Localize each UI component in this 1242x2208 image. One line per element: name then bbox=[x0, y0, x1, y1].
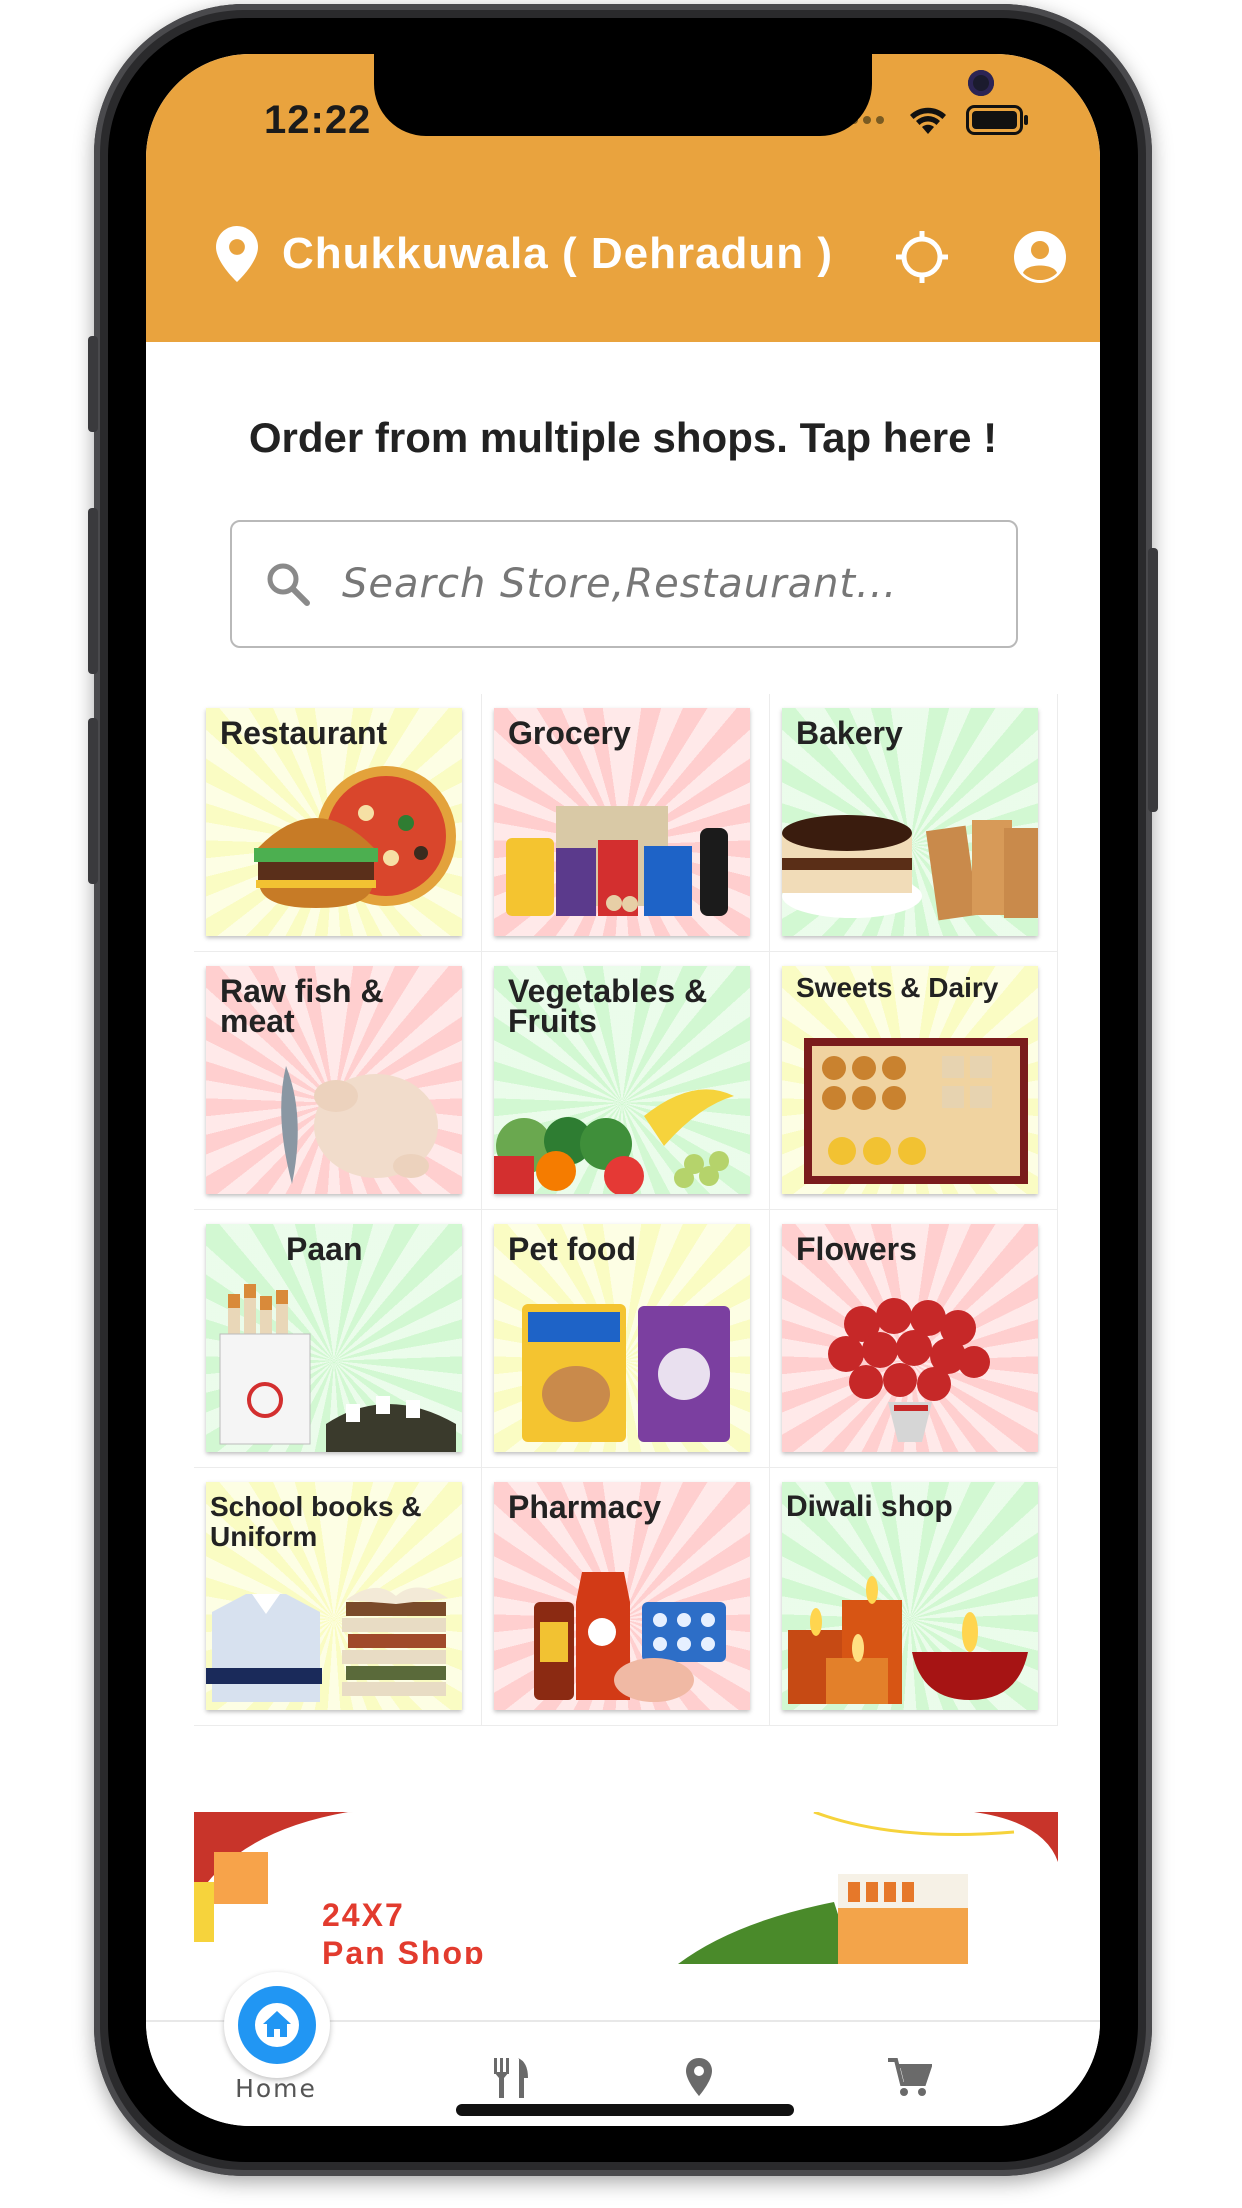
diwali-shop-tile-card: Diwali shop bbox=[782, 1482, 1038, 1710]
restaurant-icon[interactable] bbox=[488, 2054, 534, 2100]
category-tile-raw-fish-meat[interactable]: Raw fish & meat bbox=[194, 952, 482, 1210]
school-books-uniform-tile-card: School books & Uniform bbox=[206, 1482, 462, 1710]
banner-text: 24X7 Pan Shop bbox=[322, 1896, 486, 1964]
home-button-circle bbox=[238, 1986, 316, 2064]
volume-up-button bbox=[88, 508, 98, 674]
notch bbox=[374, 54, 994, 136]
pharmacy-tile-card: Pharmacy bbox=[494, 1482, 750, 1710]
cake-rusk-image bbox=[782, 815, 1038, 921]
profile-icon[interactable] bbox=[1012, 229, 1068, 285]
raw-fish-meat-tile-card: Raw fish & meat bbox=[206, 966, 462, 1194]
cigarettes-paan-image bbox=[219, 1284, 456, 1452]
cart-icon[interactable] bbox=[886, 2054, 932, 2100]
sweets-box-image bbox=[804, 1038, 1028, 1184]
vegetables-fruits-tile-card: Vegetables & Fruits bbox=[494, 966, 750, 1194]
pet-food-packs-image bbox=[522, 1304, 730, 1442]
app-header: 12:22 Chukkuwala ( Dehradun ) bbox=[146, 54, 1100, 342]
power-button bbox=[1148, 548, 1158, 812]
category-tile-paan[interactable]: Paan bbox=[194, 1210, 482, 1468]
category-tile-restaurant[interactable]: Restaurant bbox=[194, 694, 482, 952]
banner-line-2: Pan Shop bbox=[322, 1935, 486, 1964]
fish-chicken-image bbox=[281, 1066, 438, 1184]
search-input[interactable] bbox=[340, 560, 984, 608]
grocery-products-image bbox=[506, 806, 728, 916]
search-box[interactable] bbox=[230, 520, 1018, 648]
category-tile-flowers[interactable]: Flowers bbox=[770, 1210, 1058, 1468]
bakery-tile-card: Bakery bbox=[782, 708, 1038, 936]
location-icon[interactable] bbox=[676, 2054, 722, 2100]
category-tile-pet-food[interactable]: Pet food bbox=[482, 1210, 770, 1468]
promo-banner[interactable]: 24X7 Pan Shop bbox=[194, 1812, 1058, 1964]
vegetables-fruits-image bbox=[494, 1089, 734, 1194]
home-indicator bbox=[456, 2104, 794, 2116]
paan-tile-card: Paan bbox=[206, 1224, 462, 1452]
category-tile-school-books-uniform[interactable]: School books & Uniform bbox=[194, 1468, 482, 1726]
front-camera bbox=[968, 70, 994, 96]
home-icon bbox=[255, 2003, 299, 2047]
battery-icon bbox=[966, 105, 1028, 135]
pet-food-tile-card: Pet food bbox=[494, 1224, 750, 1452]
location-text: Chukkuwala ( Dehradun ) bbox=[282, 229, 834, 278]
restaurant-tile-card: Restaurant bbox=[206, 708, 462, 936]
app-screen: 12:22 Chukkuwala ( Dehradun ) Order from… bbox=[146, 54, 1100, 2126]
wifi-icon bbox=[910, 107, 946, 134]
category-tile-bakery[interactable]: Bakery bbox=[770, 694, 1058, 952]
rose-bouquet-image bbox=[828, 1298, 990, 1442]
nav-home-button[interactable] bbox=[224, 1972, 330, 2078]
volume-down-button bbox=[88, 718, 98, 884]
category-tile-sweets-dairy[interactable]: Sweets & Dairy bbox=[770, 952, 1058, 1210]
category-tile-vegetables-fruits[interactable]: Vegetables & Fruits bbox=[482, 952, 770, 1210]
banner-line-1: 24X7 bbox=[322, 1897, 405, 1933]
grocery-tile-card: Grocery bbox=[494, 708, 750, 936]
location-selector[interactable]: Chukkuwala ( Dehradun ) bbox=[216, 226, 833, 282]
candles-diya-image bbox=[788, 1576, 1028, 1704]
flowers-tile-card: Flowers bbox=[782, 1224, 1038, 1452]
category-tile-diwali-shop[interactable]: Diwali shop bbox=[770, 1468, 1058, 1726]
gps-locate-icon[interactable] bbox=[894, 229, 950, 285]
mute-switch bbox=[88, 336, 98, 432]
medicines-image bbox=[534, 1572, 726, 1702]
status-time: 12:22 bbox=[264, 98, 372, 142]
multi-shop-tagline[interactable]: Order from multiple shops. Tap here ! bbox=[146, 414, 1100, 462]
sweets-dairy-tile-card: Sweets & Dairy bbox=[782, 966, 1038, 1194]
nav-home-label[interactable]: Home bbox=[228, 2074, 324, 2103]
location-pin-icon bbox=[216, 226, 258, 282]
shirt-books-image bbox=[206, 1587, 448, 1702]
category-tile-grocery[interactable]: Grocery bbox=[482, 694, 770, 952]
burger-pizza-image bbox=[254, 766, 456, 908]
search-icon bbox=[267, 563, 310, 606]
category-tile-pharmacy[interactable]: Pharmacy bbox=[482, 1468, 770, 1726]
